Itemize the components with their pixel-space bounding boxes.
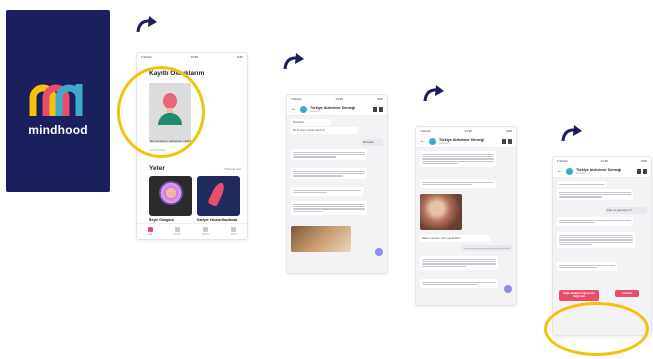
highlight-oval [544,302,649,356]
flow-arrow-icon [423,85,444,102]
chat-bubble [291,149,367,161]
section-title-popular: Yeter [149,165,165,172]
chat-name: Türkiye Alzheimer Derneği [439,137,485,142]
image-message[interactable] [420,194,462,230]
bookmark-icon[interactable] [373,106,377,112]
choice-understood-button[interactable]: Anladım [615,290,639,298]
back-arrow-icon[interactable]: ← [557,168,563,174]
send-icon[interactable] [375,248,383,256]
tab-home[interactable]: Ana [147,227,153,236]
chat-screen-2: Turkcell 13:36 %46 ← Türkiye Alzheimer Der… [415,126,517,306]
avatar [429,137,436,145]
tab-bar: Ana Keşfet Sohbet Profil [137,223,247,239]
back-arrow-icon[interactable]: ← [291,106,297,112]
chat-bubble [420,179,496,188]
chat-body: Merhaba! Bu konuyu merak ediyoruz. Merha… [287,116,387,273]
chat-status: çevrimiçi [310,109,320,113]
status-battery: %46 [236,55,243,59]
chat-screen-1: Turkcell 13:36 %46 ← Türkiye Alzheimer Der… [286,94,388,274]
chat-header: ← Türkiye Alzheimer Derneği çevrimiçi [553,165,651,178]
tab-explore[interactable]: Keşfet [174,227,181,236]
bookmark-icon[interactable] [637,168,641,174]
chat-name: Türkiye Alzheimer Derneği [576,167,622,172]
avatar [566,167,573,175]
menu-icon[interactable] [379,106,383,112]
menu-icon[interactable] [643,168,647,174]
choice-more-info-button[interactable]: Diğer detayları öğrenmek istiyorum [559,290,599,301]
tile-title: Kariyer Yoluna Başlamak [197,218,238,222]
chat-bubble [291,187,363,196]
brand-name: mindhood [28,123,88,137]
profile-icon [231,227,237,232]
chat-bubble: Merhaba! [291,119,331,126]
chat-icon [203,227,209,232]
see-all-link[interactable]: Tümünü Gör [224,167,241,171]
tab-chat[interactable]: Sohbet [202,227,210,236]
chat-bubble [557,217,633,226]
flower-head-icon [159,181,183,205]
status-time: 13:36 [190,55,198,59]
content-tile[interactable] [149,176,192,216]
chat-bubble-self [462,245,512,252]
tab-label: Keşfet [173,233,181,236]
back-arrow-icon[interactable]: ← [420,138,426,144]
tab-label: Ana [147,233,153,236]
tab-label: Profil [230,233,237,236]
status-bar: Turkcell 13:36 %46 [420,129,512,133]
chat-bubble-self: Peki ne yapmalıyım? [605,207,647,214]
status-carrier: Turkcell [141,55,152,59]
status-bar: Turkcell 13:36 %46 [557,159,647,163]
status-bar: Turkcell 13:36 %46 [291,97,383,101]
flow-arrow-icon [561,125,582,142]
compass-icon [174,227,180,232]
chat-bubble [420,256,498,270]
chat-header: ← Türkiye Alzheimer Derneği çevrimiçi [287,103,387,116]
home-icon [147,227,153,232]
content-tile[interactable] [197,176,240,216]
chat-bubble [557,189,633,201]
flow-arrow-icon [283,53,304,70]
chat-bubble [557,232,635,248]
image-message[interactable] [291,226,351,252]
tab-profile[interactable]: Profil [230,227,237,236]
chat-bubble-self: Merhaba [361,139,383,146]
chat-name: Türkiye Alzheimer Derneği [310,105,356,110]
bookmark-icon[interactable] [502,138,506,144]
chat-body: Bakım verirken neler yapabiliriz? [416,148,516,305]
mindhood-logo-icon [29,84,83,116]
chat-bubble [291,168,367,180]
splash-screen: mindhood [6,10,110,192]
chat-status: çevrimiçi [439,141,449,145]
chat-bubble [420,279,498,288]
screen-flow: mindhood Turkcell 13:36 %46 Kayıtlı Oldu… [0,0,653,359]
chat-bubble [291,201,367,215]
send-icon[interactable] [504,285,512,293]
chat-bubble: Bakım verirken neler yapabiliriz? [420,235,490,242]
status-bar: Turkcell 13:36 %46 [137,53,247,61]
flow-arrow-icon [136,16,157,33]
chat-header: ← Türkiye Alzheimer Derneği çevrimiçi [416,135,516,148]
avatar [300,105,307,113]
chat-bubble [557,262,617,271]
chat-bubble: Bu konuyu merak ediyoruz. [291,127,357,134]
chat-bubble [557,181,607,188]
tab-label: Sohbet [201,233,210,236]
highlight-circle [117,66,205,158]
rocket-icon [207,181,227,207]
menu-icon[interactable] [508,138,512,144]
chat-bubble [420,151,496,167]
chat-status: çevrimiçi [576,171,586,175]
